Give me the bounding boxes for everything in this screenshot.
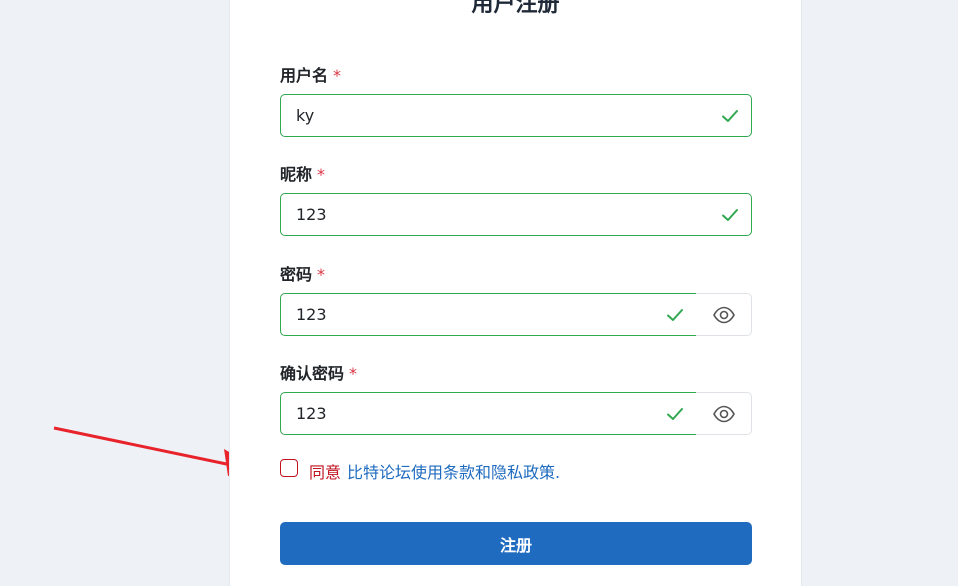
nickname-value: 123 — [296, 205, 327, 224]
eye-icon — [713, 306, 735, 324]
confirm-password-label: 确认密码 * — [280, 364, 358, 383]
confirm-password-input[interactable]: 123 — [280, 392, 697, 435]
required-mark: * — [333, 66, 342, 85]
eye-icon — [713, 405, 735, 423]
username-label: 用户名 * — [280, 66, 342, 85]
agree-suffix: . — [555, 463, 561, 482]
required-mark: * — [317, 265, 326, 284]
required-mark: * — [349, 364, 358, 383]
agree-text: 同意 比特论坛使用条款和隐私政策. — [309, 459, 560, 483]
check-icon — [667, 408, 683, 420]
toggle-password-button[interactable] — [696, 293, 752, 336]
terms-link[interactable]: 比特论坛使用条款和隐私政策 — [347, 463, 555, 482]
password-label: 密码 * — [280, 265, 326, 284]
check-icon — [722, 209, 738, 221]
page-title: 用户注册 — [471, 0, 560, 17]
nickname-label: 昵称 * — [280, 165, 326, 184]
agree-checkbox[interactable] — [280, 459, 298, 477]
username-value: ky — [296, 106, 315, 125]
required-mark: * — [317, 165, 326, 184]
username-input[interactable]: ky — [280, 94, 752, 137]
confirm-password-value: 123 — [296, 404, 327, 423]
nickname-input[interactable]: 123 — [280, 193, 752, 236]
register-card: 用户注册 用户名 * ky 昵称 * 123 密码 * 123 确认密码 * 1… — [229, 0, 802, 586]
toggle-confirm-password-button[interactable] — [696, 392, 752, 435]
password-value: 123 — [296, 305, 327, 324]
agree-word[interactable]: 同意 — [309, 463, 341, 482]
password-input[interactable]: 123 — [280, 293, 697, 336]
register-button[interactable]: 注册 — [280, 522, 752, 565]
check-icon — [722, 110, 738, 122]
check-icon — [667, 309, 683, 321]
